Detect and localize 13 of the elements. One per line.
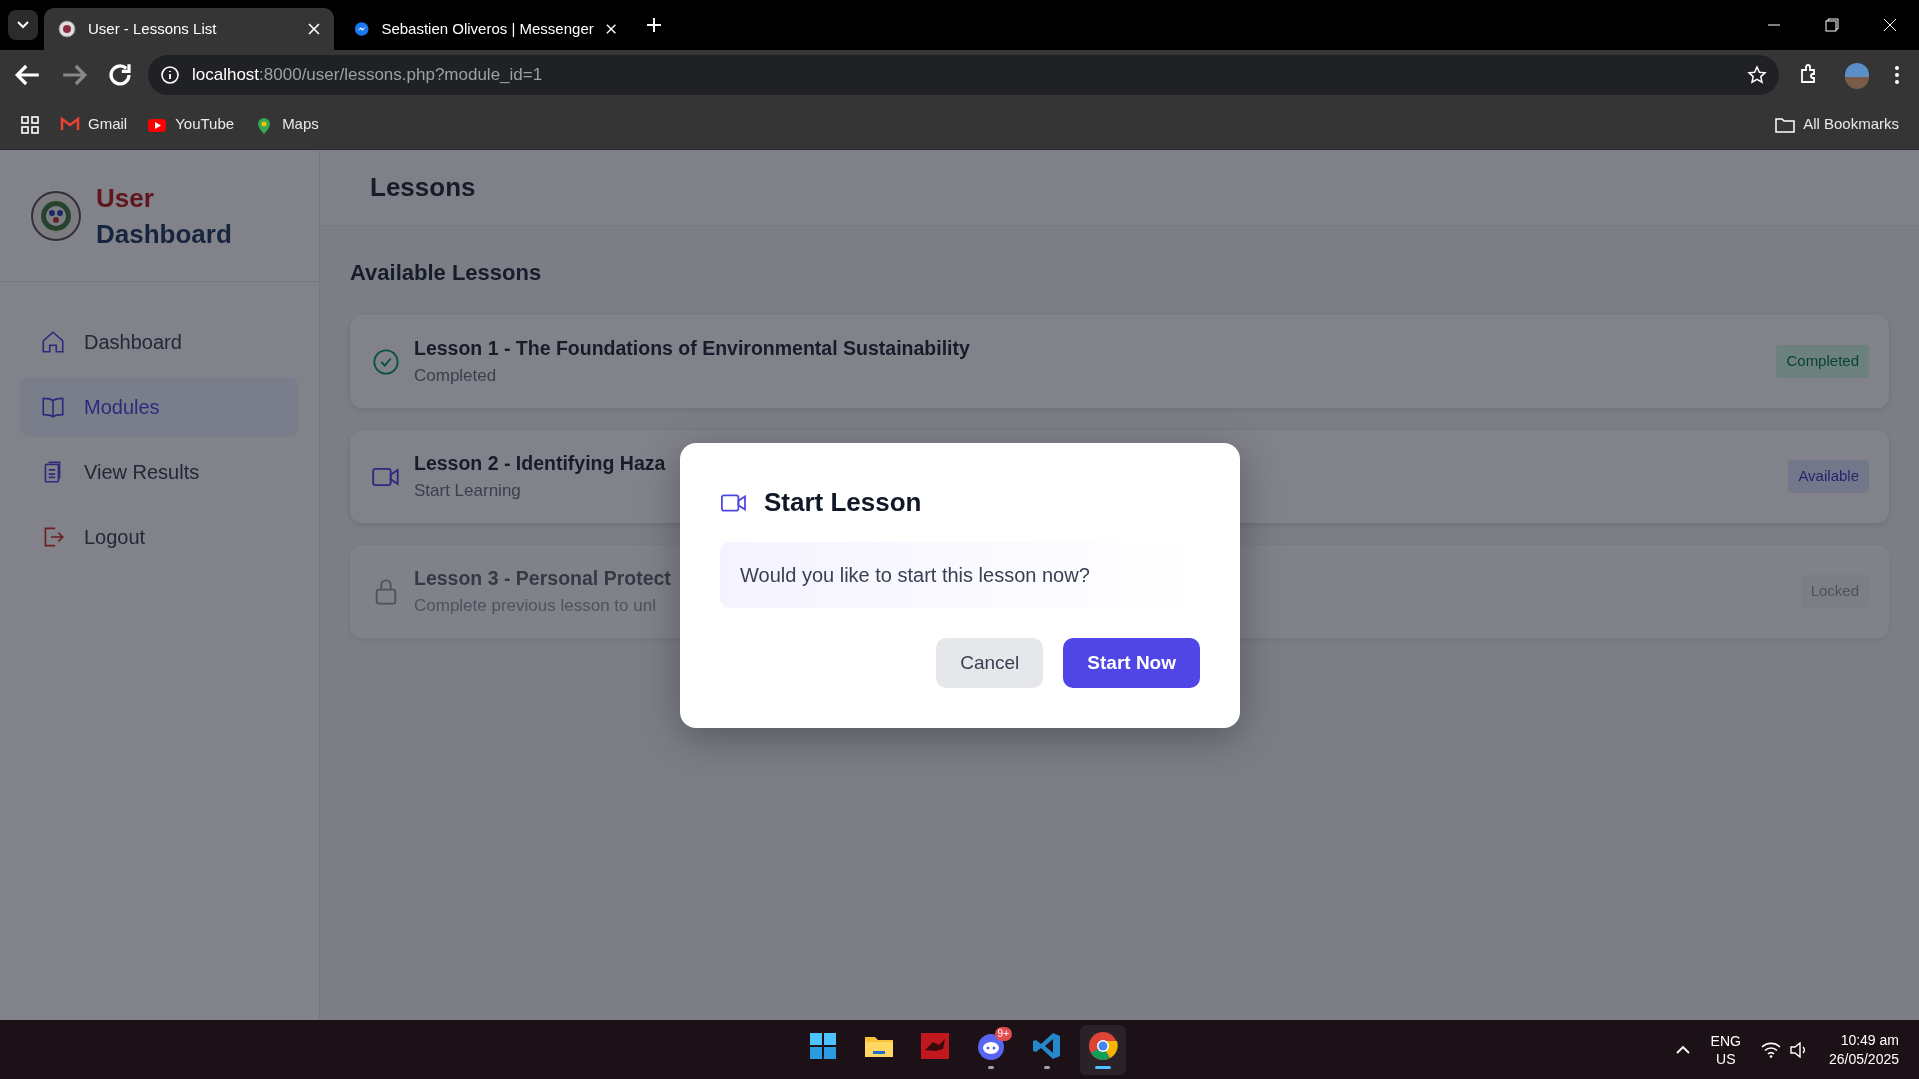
lesson-title: Lesson 2 - Identifying Haza xyxy=(414,451,666,477)
url-text: localhost:8000/user/lessons.php?module_id=1 xyxy=(192,64,543,87)
brand-title: User xyxy=(96,181,155,215)
lesson-title: Lesson 1 - The Foundations of Environmental Sustainability xyxy=(414,336,970,362)
lesson-subtitle: Completed xyxy=(414,365,498,388)
notification-count: 9+ xyxy=(994,1026,1012,1041)
lesson-title: Lesson 3 - Personal Protect xyxy=(414,566,671,592)
section-title: Available Lessons xyxy=(350,259,543,287)
brand-title: Dashboard xyxy=(96,217,232,251)
status-label: Completed xyxy=(1776,345,1869,378)
status-label: Available xyxy=(1788,460,1869,493)
lesson-subtitle: Start Learning xyxy=(414,480,522,503)
dialog-title: Start Lesson xyxy=(764,486,922,519)
